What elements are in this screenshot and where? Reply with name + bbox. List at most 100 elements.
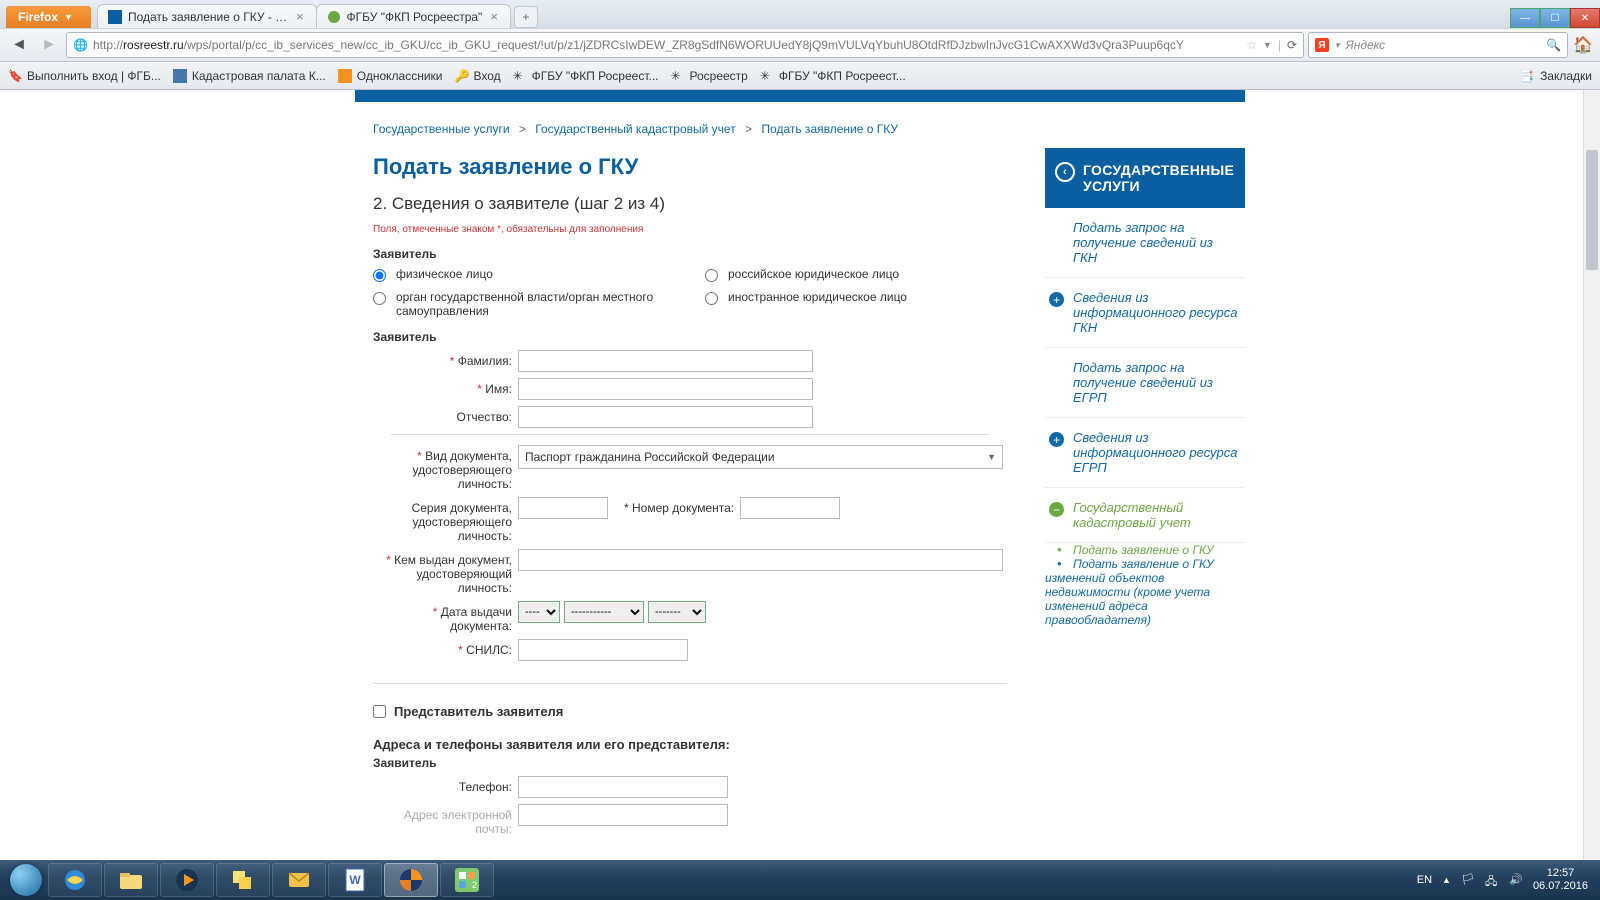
star-icon[interactable]: ☆ xyxy=(1246,38,1257,52)
taskbar-media[interactable] xyxy=(160,863,214,897)
tab-favicon xyxy=(108,10,122,24)
back-circle-icon[interactable]: ‹ xyxy=(1055,162,1075,182)
radio-foreign-legal[interactable]: иностранное юридическое лицо xyxy=(705,290,1007,305)
search-icon[interactable]: 🔍 xyxy=(1546,38,1561,52)
patronymic-input[interactable] xyxy=(518,406,813,428)
window-controls: — ☐ ✕ xyxy=(1510,6,1600,28)
surname-input[interactable] xyxy=(518,350,813,372)
addr-applicant-legend: Заявитель xyxy=(373,756,1007,770)
bookmark-item[interactable]: Одноклассники xyxy=(338,69,443,83)
doc-type-select[interactable]: Паспорт гражданина Российской Федерации … xyxy=(518,445,1003,469)
reload-button[interactable]: ⟳ xyxy=(1287,38,1297,52)
language-indicator[interactable]: EN xyxy=(1417,874,1432,886)
bookmark-item[interactable]: ✳Росреестр xyxy=(671,69,748,83)
name-input[interactable] xyxy=(518,378,813,400)
representative-checkbox[interactable]: Представитель заявителя xyxy=(355,694,1025,729)
doc-number-input[interactable] xyxy=(740,497,840,519)
new-tab-button[interactable]: + xyxy=(514,6,538,28)
phone-input[interactable] xyxy=(518,776,728,798)
required-note: Поля, отмеченные знаком *, обязательны д… xyxy=(355,224,1025,247)
taskbar: W 2 EN ▲ 🏳 🖧 🔊 12:57 06.07.2016 xyxy=(0,860,1600,900)
back-button[interactable]: ◄ xyxy=(6,32,32,58)
taskbar-outlook[interactable] xyxy=(272,863,326,897)
applicant-legend: Заявитель xyxy=(373,247,1007,261)
flag-icon[interactable]: 🏳 xyxy=(1461,873,1475,887)
applicant-fields: Заявитель * Фамилия: * Имя: Отчество: xyxy=(355,330,1025,679)
radio-government[interactable]: орган государственной власти/орган местн… xyxy=(373,290,675,318)
page-viewport: Государственные услуги > Государственный… xyxy=(0,90,1600,860)
bookmark-item[interactable]: 🔖Выполнить вход | ФГБ... xyxy=(8,69,161,83)
bookmarks-menu-label[interactable]: Закладки xyxy=(1540,69,1592,83)
tray-arrow-icon[interactable]: ▲ xyxy=(1442,875,1451,885)
bookmark-item[interactable]: 🔑Вход xyxy=(454,69,500,83)
doc-series-label: Серия документа, удостоверяющего личност… xyxy=(373,497,518,543)
svg-text:W: W xyxy=(349,873,361,887)
chevron-down-icon: ▼ xyxy=(987,452,996,462)
doc-type-label: * Вид документа, удостоверяющего личност… xyxy=(373,445,518,491)
taskbar-ie[interactable] xyxy=(48,863,102,897)
firefox-menu-button[interactable]: Firefox▼ xyxy=(6,6,91,28)
search-bar[interactable]: Я ▾ Яндекс 🔍 xyxy=(1308,32,1568,58)
bookmark-favicon: ✳ xyxy=(671,69,685,83)
volume-icon[interactable]: 🔊 xyxy=(1509,873,1523,887)
sidebar-item-egrp-info[interactable]: +Сведения из информационного ресурса ЕГР… xyxy=(1045,418,1245,488)
snils-input[interactable] xyxy=(518,639,688,661)
sidebar-item-gkn-request[interactable]: Подать запрос на получение сведений из Г… xyxy=(1045,208,1245,278)
home-button[interactable]: 🏠 xyxy=(1572,34,1594,56)
email-input[interactable] xyxy=(518,804,728,826)
url-bar[interactable]: 🌐 http://rosreestr.ru/wps/portal/p/cc_ib… xyxy=(66,32,1304,58)
sidebar-heading[interactable]: ‹ ГОСУДАРСТВЕННЫЕ УСЛУГИ xyxy=(1045,148,1245,208)
radio-russian-legal[interactable]: российское юридическое лицо xyxy=(705,267,1007,282)
page-header-bar xyxy=(355,90,1245,102)
bookmark-favicon: ✳ xyxy=(760,69,774,83)
divider xyxy=(391,434,989,435)
sidebar-sub-gku-changes[interactable]: Подать заявление о ГКУ изменений объекто… xyxy=(1045,549,1214,635)
browser-tab-2[interactable]: ФГБУ "ФКП Росреестра" × xyxy=(316,4,511,28)
date-year-select[interactable]: ------- xyxy=(648,601,706,623)
divider xyxy=(373,683,1007,684)
taskbar-explorer[interactable] xyxy=(104,863,158,897)
close-icon[interactable]: × xyxy=(488,9,500,24)
window-close-button[interactable]: ✕ xyxy=(1570,8,1600,28)
dropdown-icon[interactable]: ▼ xyxy=(1263,40,1272,50)
bookmark-item[interactable]: ✳ФГБУ "ФКП Росреест... xyxy=(760,69,906,83)
start-button[interactable] xyxy=(6,863,46,897)
taskbar-app[interactable]: 2 xyxy=(440,863,494,897)
globe-icon: 🌐 xyxy=(73,38,87,52)
name-label: * Имя: xyxy=(373,378,518,396)
sidebar-item-gkn-info[interactable]: +Сведения из информационного ресурса ГКН xyxy=(1045,278,1245,348)
step-heading: 2. Сведения о заявителе (шаг 2 из 4) xyxy=(355,188,1025,224)
addresses-heading: Адреса и телефоны заявителя или его пред… xyxy=(355,729,1025,756)
bookmark-item[interactable]: ✳ФГБУ "ФКП Росреест... xyxy=(513,69,659,83)
bookmark-favicon: 🔖 xyxy=(8,69,22,83)
plus-icon: + xyxy=(1049,432,1064,447)
sidebar-item-egrp-request[interactable]: Подать запрос на получение сведений из Е… xyxy=(1045,348,1245,418)
network-icon[interactable]: 🖧 xyxy=(1485,873,1499,887)
date-day-select[interactable]: ---- xyxy=(518,601,560,623)
doc-series-input[interactable] xyxy=(518,497,608,519)
date-month-select[interactable]: ----------- xyxy=(564,601,644,623)
forward-button[interactable]: ► xyxy=(36,32,62,58)
windows-orb-icon xyxy=(10,864,42,896)
browser-tab-1[interactable]: Подать заявление о ГКУ - Портал ус... × xyxy=(97,4,317,28)
maximize-button[interactable]: ☐ xyxy=(1540,8,1570,28)
close-icon[interactable]: × xyxy=(294,9,306,24)
minimize-button[interactable]: — xyxy=(1510,8,1540,28)
bookmark-favicon xyxy=(173,69,187,83)
radio-individual[interactable]: физическое лицо xyxy=(373,267,675,282)
breadcrumb-link[interactable]: Государственные услуги xyxy=(373,122,510,136)
tab-favicon xyxy=(327,10,341,24)
taskbar-notes[interactable] xyxy=(216,863,270,897)
breadcrumb-link[interactable]: Государственный кадастровый учет xyxy=(535,122,735,136)
bookmark-item[interactable]: Кадастровая палата К... xyxy=(173,69,326,83)
issued-by-input[interactable] xyxy=(518,549,1003,571)
taskbar-clock[interactable]: 12:57 06.07.2016 xyxy=(1533,867,1594,893)
scrollbar-thumb[interactable] xyxy=(1586,150,1598,270)
taskbar-firefox[interactable] xyxy=(384,863,438,897)
plus-icon: + xyxy=(1049,292,1064,307)
minus-icon: − xyxy=(1049,502,1064,517)
navigation-bar: ◄ ► 🌐 http://rosreestr.ru/wps/portal/p/c… xyxy=(0,28,1600,62)
taskbar-word[interactable]: W xyxy=(328,863,382,897)
vertical-scrollbar[interactable] xyxy=(1583,90,1600,860)
bookmarks-menu-icon[interactable]: 📑 xyxy=(1519,69,1534,83)
